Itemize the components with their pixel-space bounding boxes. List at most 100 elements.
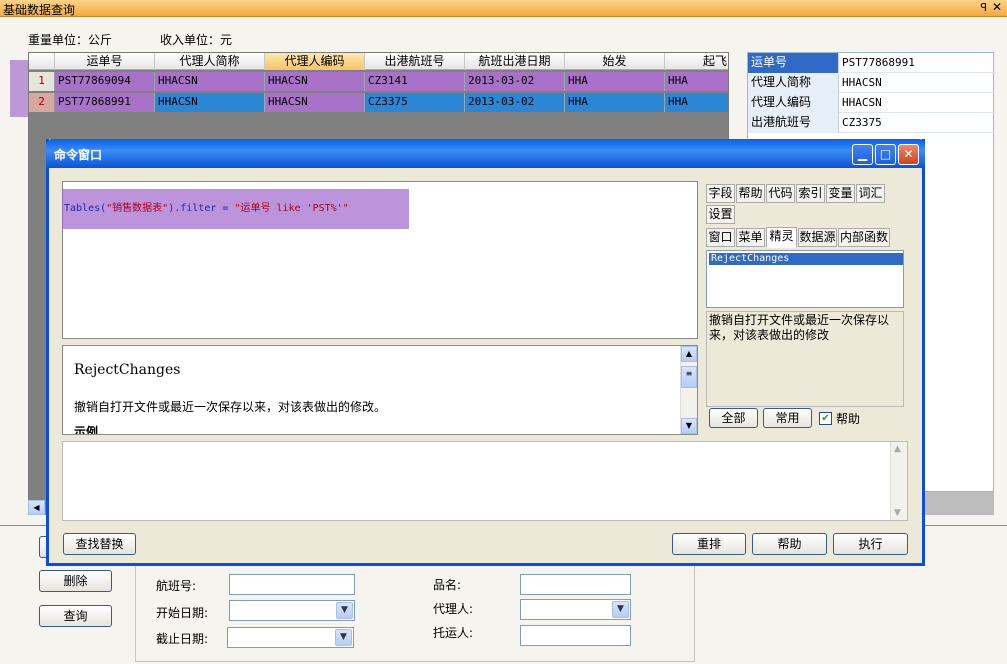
tab-code[interactable]: 代码 <box>766 184 795 203</box>
tab-datasource[interactable]: 数据源 <box>798 228 837 247</box>
tab-settings[interactable]: 设置 <box>706 205 735 224</box>
property-key: 代理人简称 <box>748 73 839 93</box>
chevron-down-icon[interactable]: ▼ <box>335 629 352 646</box>
scroll-down-icon[interactable]: ▼ <box>681 418 697 434</box>
table-cell[interactable]: HHACSN <box>155 72 265 91</box>
help-text: 撤销自打开文件或最近一次保存以来，对该表做出的修改。 <box>74 400 387 414</box>
pin-icon[interactable]: ꟼ <box>980 1 987 14</box>
execute-button[interactable]: 执行 <box>833 533 908 555</box>
host-title-bar: 基础数据查询 ꟼ ✕ <box>0 0 1007 17</box>
help-scrollbar[interactable]: ▲ ≡ ▼ <box>680 346 697 434</box>
end-date-label: 截止日期: <box>156 632 209 646</box>
property-value[interactable]: HHACSN <box>842 73 992 93</box>
close-icon[interactable]: ✕ <box>992 0 1002 14</box>
agent-label: 代理人: <box>433 602 474 616</box>
tab-vocabulary[interactable]: 词汇 <box>856 184 885 203</box>
property-row[interactable]: 代理人简称 HHACSN <box>748 73 995 93</box>
code-text: Tables("销售数据表").filter = "运单号 like 'PST%… <box>64 203 349 214</box>
scroll-up-icon[interactable]: ▲ <box>681 346 697 362</box>
query-button[interactable]: 查询 <box>39 605 112 627</box>
col-header[interactable]: 航班出港日期 <box>465 53 565 70</box>
table-cell[interactable]: CZ3375 <box>365 93 465 112</box>
help-more: 示例 <box>74 425 99 434</box>
selection-overlay <box>10 60 28 117</box>
chevron-down-icon[interactable]: ▼ <box>612 601 629 618</box>
code-line[interactable]: Tables("销售数据表").filter = "运单号 like 'PST%… <box>62 189 409 229</box>
flight-label: 航班号: <box>156 579 197 593</box>
help-button[interactable]: 帮助 <box>752 533 827 555</box>
table-cell[interactable]: HHACSN <box>265 93 365 112</box>
minimize-icon[interactable]: ▁ <box>852 144 873 165</box>
property-value[interactable]: CZ3375 <box>842 113 992 133</box>
output-scrollbar[interactable]: ▲ ▼ <box>890 442 907 520</box>
table-cell[interactable]: HHA <box>565 93 665 112</box>
start-date-picker[interactable]: ▼ <box>229 600 355 621</box>
table-cell[interactable]: HHACSN <box>155 93 265 112</box>
col-header[interactable]: 代理人编码 <box>265 53 365 70</box>
row-number[interactable]: 1 <box>29 72 55 91</box>
list-item[interactable]: RejectChanges <box>709 253 903 265</box>
wizard-list[interactable]: RejectChanges <box>706 250 904 308</box>
product-input[interactable] <box>520 574 631 595</box>
wizard-description: 撤销自打开文件或最近一次保存以来，对该表做出的修改 <box>706 311 904 407</box>
table-cell[interactable]: HHA <box>665 93 728 112</box>
tab-menu[interactable]: 菜单 <box>736 228 765 247</box>
table-cell[interactable]: HHA <box>665 72 728 91</box>
help-title: RejectChanges <box>74 362 181 378</box>
table-cell[interactable]: CZ3141 <box>365 72 465 91</box>
col-header[interactable]: 起飞 <box>665 53 728 70</box>
table-cell[interactable]: PST77869094 <box>55 72 155 91</box>
table-row[interactable]: 2 PST77868991 HHACSN HHACSN CZ3375 2013-… <box>29 93 728 112</box>
output-area[interactable]: ▲ ▼ <box>62 441 908 521</box>
weight-unit-label: 重量单位：公斤 <box>28 33 113 47</box>
tab-internal-functions[interactable]: 内部函数 <box>838 228 890 247</box>
common-button[interactable]: 常用 <box>763 408 812 428</box>
row-number[interactable]: 2 <box>29 93 55 112</box>
help-checkbox[interactable]: ✔ <box>819 412 832 425</box>
col-header[interactable]: 代理人简称 <box>155 53 265 70</box>
maximize-icon[interactable]: □ <box>875 144 896 165</box>
shipper-input[interactable] <box>520 625 631 646</box>
find-replace-button[interactable]: 查找替换 <box>63 533 136 555</box>
tab-fields[interactable]: 字段 <box>706 184 735 203</box>
property-value[interactable]: PST77868991 <box>842 53 992 73</box>
property-key: 代理人编码 <box>748 93 839 113</box>
property-row[interactable]: 运单号 PST77868991 <box>748 53 995 73</box>
tab-window[interactable]: 窗口 <box>706 228 735 247</box>
property-row[interactable]: 代理人编码 HHACSN <box>748 93 995 113</box>
scroll-down-icon[interactable]: ▼ <box>894 508 901 518</box>
scroll-left-icon[interactable]: ◀ <box>28 500 45 515</box>
col-header[interactable]: 始发 <box>565 53 665 70</box>
end-date-picker[interactable]: ▼ <box>227 627 354 648</box>
tab-wizard[interactable]: 精灵 <box>766 227 797 248</box>
flight-input[interactable] <box>229 574 355 595</box>
start-date-label: 开始日期: <box>156 606 209 620</box>
tab-variables[interactable]: 变量 <box>826 184 855 203</box>
table-cell[interactable]: HHACSN <box>265 72 365 91</box>
table-cell[interactable]: HHA <box>565 72 665 91</box>
host-title: 基础数据查询 <box>3 3 76 17</box>
property-row[interactable]: 出港航班号 CZ3375 <box>748 113 995 133</box>
help-panel: RejectChanges 撤销自打开文件或最近一次保存以来，对该表做出的修改。… <box>62 345 698 435</box>
command-window-title-bar[interactable]: 命令窗口 ▁ □ ✕ <box>46 139 925 168</box>
all-button[interactable]: 全部 <box>709 408 758 428</box>
scroll-thumb[interactable]: ≡ <box>681 366 697 388</box>
scroll-up-icon[interactable]: ▲ <box>894 444 901 454</box>
table-cell[interactable]: PST77868991 <box>55 93 155 112</box>
delete-button[interactable]: 删除 <box>39 570 112 592</box>
col-header[interactable]: 运单号 <box>55 53 155 70</box>
reorder-button[interactable]: 重排 <box>672 533 746 555</box>
chevron-down-icon[interactable]: ▼ <box>336 602 353 619</box>
help-checkbox-label: 帮助 <box>836 412 861 426</box>
property-value[interactable]: HHACSN <box>842 93 992 113</box>
grid-corner[interactable] <box>29 53 55 70</box>
col-header[interactable]: 出港航班号 <box>365 53 465 70</box>
agent-select[interactable]: ▼ <box>520 599 631 620</box>
tab-index[interactable]: 索引 <box>796 184 825 203</box>
close-icon[interactable]: ✕ <box>898 144 919 165</box>
product-label: 品名: <box>433 578 462 592</box>
tab-help[interactable]: 帮助 <box>736 184 765 203</box>
table-row[interactable]: 1 PST77869094 HHACSN HHACSN CZ3141 2013-… <box>29 72 728 91</box>
table-cell[interactable]: 2013-03-02 <box>465 72 565 91</box>
table-cell[interactable]: 2013-03-02 <box>465 93 565 112</box>
